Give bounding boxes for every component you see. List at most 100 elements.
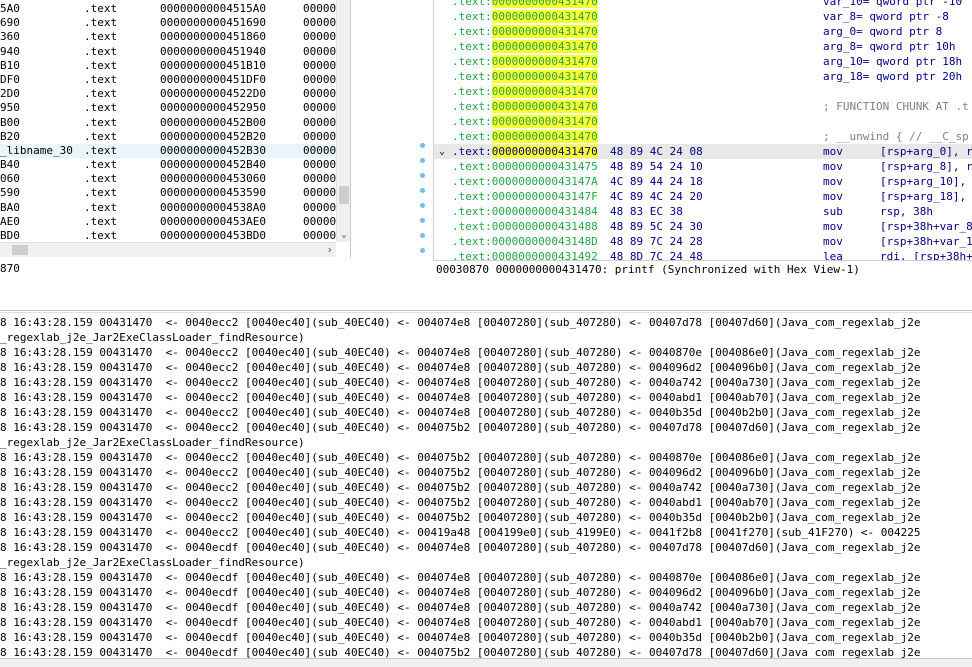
output-line: 8 16:43:28.159 00431470 <- 0040ecc2 [004… [0, 481, 921, 494]
function-row[interactable]: _libname_30 .text 0000000000452B30 00000 [0, 143, 336, 159]
highlighted-address: 0000000000431470 [491, 25, 598, 38]
segment-prefix: .text: [452, 10, 492, 23]
function-row[interactable]: 5A0 .text 00000000004515A0 00000 [0, 2, 336, 16]
disasm-instruction-line[interactable]: .text:0000000000431475 48 89 54 24 10 mov [… [434, 159, 972, 174]
disasm-header-line[interactable]: .text:0000000000431470 arg_18= qword ptr … [434, 69, 972, 84]
functions-horizontal-scroll-thumb[interactable] [12, 245, 28, 255]
disassembly-view[interactable]: .text:0000000000431470 var_10= qword ptr … [433, 0, 972, 260]
instruction-mnemonic: mov [823, 190, 843, 203]
function-row[interactable]: 2D0 .text 00000000004522D0 00000 [0, 87, 336, 101]
function-row[interactable]: B10 .text 0000000000451B10 00000 [0, 59, 336, 73]
segment-prefix: .text: [452, 130, 492, 143]
function-segment: .text [84, 115, 118, 129]
flow-arrow-dot [420, 203, 425, 208]
function-length: 00000 [303, 30, 337, 44]
output-line: 8 16:43:28.159 00431470 <- 0040ecdf [004… [0, 646, 921, 658]
function-start: 0000000000453060 [160, 172, 266, 186]
function-length: 00000 [303, 58, 337, 72]
function-start: 00000000004522D0 [160, 87, 266, 101]
instruction-mnemonic: lea [823, 250, 843, 260]
function-row[interactable]: DF0 .text 0000000000451DF0 00000 [0, 73, 336, 87]
function-length: 00000 [303, 87, 337, 101]
function-segment: .text [84, 214, 118, 228]
functions-vertical-scroll-thumb[interactable] [339, 186, 349, 204]
disasm-current-line[interactable]: ⌄ .text:0000000000431470 48 89 4C 24 08 mov… [434, 144, 972, 159]
function-length: 00000 [303, 16, 337, 30]
function-row[interactable]: B40 .text 0000000000452B40 00000 [0, 158, 336, 172]
function-row[interactable]: 690 .text 0000000000451690 00000 [0, 16, 336, 30]
function-start: 0000000000451690 [160, 16, 266, 30]
stack-variable-definition: arg_18= qword ptr 20h [823, 70, 963, 83]
instruction-bytes: 48 89 7C 24 28 [610, 235, 703, 248]
disasm-instruction-line[interactable]: .text:0000000000431484 48 83 EC 38 sub rsp,… [434, 204, 972, 219]
flow-arrow-dot [420, 143, 425, 148]
disasm-address: .text:0000000000431470 [452, 144, 598, 159]
output-window[interactable]: 8 16:43:28.159 00431470 <- 0040ecc2 [004… [0, 313, 972, 658]
stack-variable-definition: var_8= qword ptr -8 [823, 10, 949, 23]
function-row[interactable]: 940 .text 0000000000451940 00000 [0, 45, 336, 59]
segment-prefix: .text: [452, 115, 492, 128]
function-segment: .text [84, 44, 118, 58]
output-line: 8 16:43:28.159 00431470 <- 0040ecdf [004… [0, 631, 921, 644]
instruction-address: 0000000000431492 [491, 250, 598, 260]
segment-prefix: .text: [452, 0, 492, 8]
instruction-bytes: 4C 89 44 24 18 [610, 175, 703, 188]
instruction-operands: [rsp+arg_10], [880, 175, 967, 188]
function-row[interactable]: BA0 .text 00000000004538A0 00000 [0, 201, 336, 215]
function-segment: .text [84, 101, 118, 115]
function-row[interactable]: 360 .text 0000000000451860 00000 [0, 30, 336, 44]
function-row[interactable]: 950 .text 0000000000452950 00000 [0, 101, 336, 115]
arrow-down-icon[interactable]: ⌄ [337, 230, 350, 240]
instruction-address: 000000000043147F [491, 190, 598, 203]
function-row[interactable]: AE0 .text 0000000000453AE0 00000 [0, 215, 336, 229]
disasm-header-line[interactable]: .text:0000000000431470 arg_10= qword ptr … [434, 54, 972, 69]
functions-horizontal-scrollbar[interactable]: › [0, 242, 336, 257]
segment-prefix: .text: [452, 100, 492, 113]
output-line: 8 16:43:28.159 00431470 <- 0040ecdf [004… [0, 601, 921, 614]
functions-vertical-scrollbar[interactable]: ⌄ [336, 0, 350, 242]
disasm-header-line[interactable]: .text:0000000000431470 ; __unwind { // __… [434, 129, 972, 144]
output-line: 8 16:43:28.159 00431470 <- 0040ecdf [004… [0, 541, 921, 554]
disasm-header-line[interactable]: .text:0000000000431470 [434, 84, 972, 99]
highlighted-address: 0000000000431470 [491, 0, 598, 8]
disasm-instruction-line[interactable]: .text:000000000043147F 4C 89 4C 24 20 mov [… [434, 189, 972, 204]
disasm-instruction-line[interactable]: .text:0000000000431488 48 89 5C 24 30 mov [… [434, 219, 972, 234]
disasm-instruction-line[interactable]: .text:0000000000431492 48 8D 7C 24 48 lea r… [434, 249, 972, 260]
pane-splitter[interactable] [0, 278, 972, 313]
disasm-address: .text:0000000000431470 [452, 99, 598, 114]
function-length: 00000 [303, 186, 337, 200]
disasm-address: .text:0000000000431470 [452, 0, 598, 9]
function-name: BD0 [0, 229, 20, 242]
function-row[interactable]: 590 .text 0000000000453590 00000 [0, 186, 336, 200]
function-length: 00000 [303, 115, 337, 129]
function-length: 00000 [303, 172, 337, 186]
disasm-header-line[interactable]: .text:0000000000431470 arg_0= qword ptr 8 [434, 24, 972, 39]
segment-prefix: .text: [452, 160, 492, 173]
function-start: 0000000000453590 [160, 186, 266, 200]
function-row[interactable]: B00 .text 0000000000452B00 00000 [0, 116, 336, 130]
arrow-right-icon[interactable]: › [326, 243, 333, 257]
segment-prefix: .text: [452, 220, 492, 233]
disasm-header-line[interactable]: .text:0000000000431470 [434, 114, 972, 129]
instruction-address: 000000000043147A [491, 175, 598, 188]
output-line: 8 16:43:28.159 00431470 <- 0040ecdf [004… [0, 586, 921, 599]
disasm-instruction-line[interactable]: .text:000000000043147A 4C 89 44 24 18 mov [… [434, 174, 972, 189]
disasm-header-line[interactable]: .text:0000000000431470 arg_8= qword ptr 1… [434, 39, 972, 54]
output-line: 8 16:43:28.159 00431470 <- 0040ecc2 [004… [0, 466, 921, 479]
disasm-instruction-line[interactable]: .text:000000000043148D 48 89 7C 24 28 mov [… [434, 234, 972, 249]
disasm-address: .text:0000000000431488 [452, 219, 598, 234]
flow-arrow-dot [420, 173, 425, 178]
functions-window: 5A0 .text 00000000004515A0 00000 690 .text 000… [0, 0, 351, 258]
stack-variable-definition: arg_0= qword ptr 8 [823, 25, 943, 38]
output-line: 8 16:43:28.159 00431470 <- 0040ecc2 [004… [0, 511, 921, 524]
stack-variable-definition: arg_8= qword ptr 10h [823, 40, 956, 53]
disasm-header-line[interactable]: .text:0000000000431470 var_8= qword ptr -… [434, 9, 972, 24]
chevron-down-icon[interactable]: ⌄ [439, 144, 445, 159]
segment-prefix: .text: [452, 235, 492, 248]
function-segment: .text [84, 30, 118, 44]
function-length: 00000 [303, 158, 337, 172]
disasm-header-line[interactable]: .text:0000000000431470 ; FUNCTION CHUNK A… [434, 99, 972, 114]
function-row[interactable]: 060 .text 0000000000453060 00000 [0, 172, 336, 186]
function-row[interactable]: B20 .text 0000000000452B20 00000 [0, 130, 336, 144]
disasm-header-line[interactable]: .text:0000000000431470 var_10= qword ptr … [434, 0, 972, 9]
